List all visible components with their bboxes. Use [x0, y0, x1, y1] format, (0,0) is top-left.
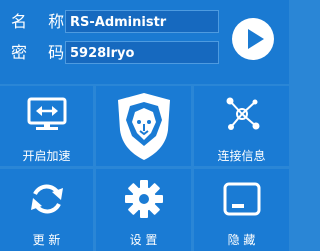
password-label: 密 码 — [11, 43, 73, 62]
lion-shield-icon — [96, 90, 191, 162]
minimize-window-icon — [194, 181, 289, 217]
settings-tile[interactable]: 设 置 — [96, 169, 191, 251]
logo-tile — [96, 86, 191, 166]
connection-label: 连接信息 — [217, 149, 266, 163]
refresh-label: 更 新 — [32, 233, 61, 247]
accelerate-label: 开启加速 — [22, 149, 71, 163]
name-label: 名 称 — [11, 12, 73, 31]
settings-label: 设 置 — [129, 233, 158, 247]
login-panel: 名 称 RS-Administr 密 码 5928lryo — [0, 0, 289, 84]
password-field[interactable]: 5928lryo — [65, 41, 219, 64]
play-icon — [248, 29, 264, 49]
accelerate-tile[interactable]: 开启加速 — [0, 86, 93, 166]
refresh-icon — [0, 179, 93, 219]
connection-tile[interactable]: 连接信息 — [194, 86, 289, 166]
network-nodes-icon — [194, 94, 289, 134]
refresh-tile[interactable]: 更 新 — [0, 169, 93, 251]
monitor-arrows-icon — [0, 96, 93, 132]
name-field[interactable]: RS-Administr — [65, 10, 219, 33]
gear-icon — [96, 178, 191, 220]
start-button[interactable] — [232, 18, 274, 60]
hide-tile[interactable]: 隐 藏 — [194, 169, 289, 251]
hide-label: 隐 藏 — [227, 233, 256, 247]
